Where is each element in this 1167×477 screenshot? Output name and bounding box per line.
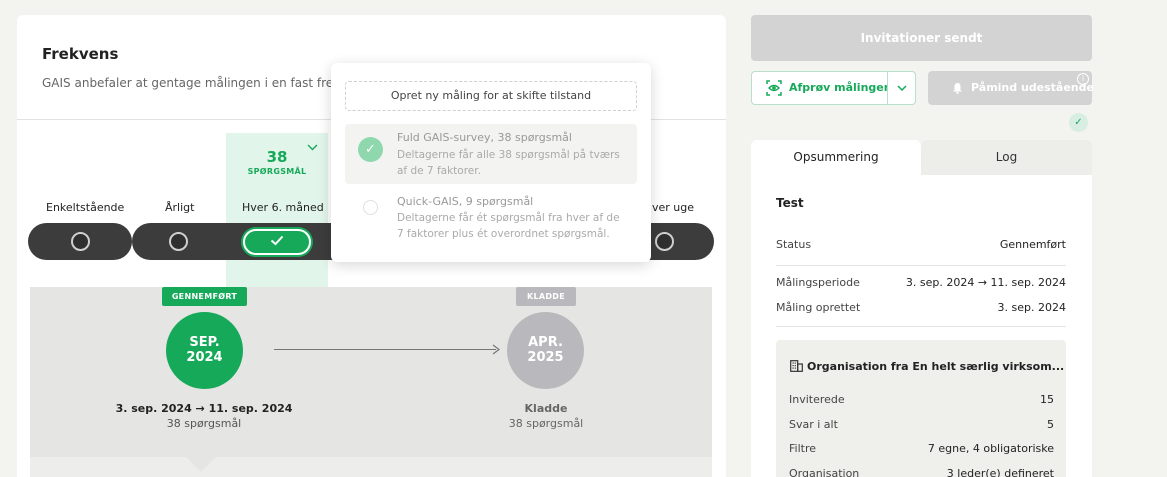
info-icon[interactable]: i: [1077, 73, 1089, 85]
arrow-right-icon: [492, 344, 501, 357]
timeline-date-range: 3. sep. 2024 → 11. sep. 2024: [115, 402, 293, 415]
divider: [776, 265, 1066, 266]
timeline-arrow: [274, 349, 496, 350]
period-value: 3. sep. 2024 → 11. sep. 2024: [905, 276, 1066, 289]
question-unit[interactable]: SPØRGSMÅL: [226, 167, 328, 176]
survey-option-quick-description: Deltagerne får ét spørgsmål fra hver af …: [397, 212, 620, 240]
timeline-month: SEP.: [189, 335, 220, 350]
timeline-draft-label: Kladde: [524, 402, 568, 415]
bell-icon: [953, 83, 962, 94]
status-value: Gennemført: [999, 238, 1066, 251]
timeline-question-count: 38 spørgsmål: [508, 417, 584, 430]
summary-panel: Test Status Gennemført Målingsperiode 3.…: [751, 175, 1092, 477]
chevron-down-icon: [896, 85, 907, 92]
frequency-option-half-year[interactable]: Hver 6. måned: [242, 201, 324, 214]
check-icon: [270, 235, 284, 246]
survey-name: Test: [776, 196, 804, 210]
try-survey-dropdown-toggle[interactable]: [887, 71, 916, 105]
responses-value: 5: [1047, 418, 1054, 431]
survey-option-full-description: Deltagerne får alle 38 spørgsmål på tvær…: [397, 149, 620, 177]
timeline-detail-strip: [30, 457, 712, 477]
timeline-pointer: [186, 457, 216, 472]
radio-yearly[interactable]: [169, 232, 188, 251]
organisation-box: Organisation fra En helt særlig virksom.…: [776, 340, 1066, 477]
survey-type-dropdown: Opret ny måling for at skifte tilstand ✓…: [331, 63, 651, 262]
radio-quick-gais[interactable]: [363, 200, 378, 215]
invitations-sent-button[interactable]: Invitationer sendt: [751, 15, 1092, 61]
create-new-survey-button[interactable]: Opret ny måling for at skifte tilstand: [345, 81, 637, 111]
radio-half-year-selected[interactable]: [243, 229, 311, 255]
eye-icon: [766, 80, 782, 96]
radio-weekly[interactable]: [655, 232, 674, 251]
status-badge-completed: GENNEMFØRT: [162, 287, 247, 306]
frequency-description: GAIS anbefaler at gentage målingen i en …: [42, 76, 369, 90]
timeline-node-apr-2025[interactable]: APR. 2025: [507, 312, 584, 389]
timeline-question-count: 38 spørgsmål: [166, 417, 242, 430]
filters-value: 7 egne, 4 obligatoriske: [927, 442, 1054, 455]
timeline-area: [30, 287, 712, 477]
divider: [776, 326, 1066, 327]
organisation-value: 3 leder(e) defineret: [946, 467, 1054, 477]
timeline-node-sep-2024[interactable]: SEP. 2024: [166, 312, 243, 389]
frequency-option-single[interactable]: Enkeltstående: [46, 201, 124, 214]
building-icon: [790, 360, 803, 372]
timeline-year: 2024: [186, 350, 223, 365]
status-badge-draft: KLADDE: [516, 287, 576, 306]
tab-log[interactable]: Log: [921, 140, 1092, 175]
survey-option-quick-title[interactable]: Quick-GAIS, 9 spørgsmål: [397, 195, 533, 208]
tab-summary[interactable]: Opsummering: [751, 140, 921, 175]
period-label: Målingsperiode: [776, 276, 860, 289]
timeline-year: 2025: [527, 350, 564, 365]
radio-single[interactable]: [71, 232, 90, 251]
status-label: Status: [776, 238, 812, 251]
organisation-label: Organisation: [789, 467, 860, 477]
invited-value: 15: [1040, 393, 1054, 406]
frequency-option-yearly[interactable]: Årligt: [165, 201, 194, 214]
responses-label: Svar i alt: [789, 418, 838, 431]
invited-label: Inviterede: [789, 393, 845, 406]
chevron-down-icon[interactable]: [307, 143, 318, 154]
created-value: 3. sep. 2024: [997, 301, 1066, 314]
filters-label: Filtre: [789, 442, 817, 455]
timeline-month: APR.: [528, 335, 563, 350]
check-icon: ✓: [1069, 113, 1088, 132]
survey-option-full-title: Fuld GAIS-survey, 38 spørgsmål: [397, 131, 572, 144]
frequency-title: Frekvens: [42, 45, 119, 63]
check-icon: ✓: [358, 137, 383, 162]
organisation-title: Organisation fra En helt særlig virksom.…: [807, 360, 1065, 373]
frequency-option-weekly[interactable]: ver uge: [652, 201, 694, 214]
created-label: Måling oprettet: [776, 301, 861, 314]
